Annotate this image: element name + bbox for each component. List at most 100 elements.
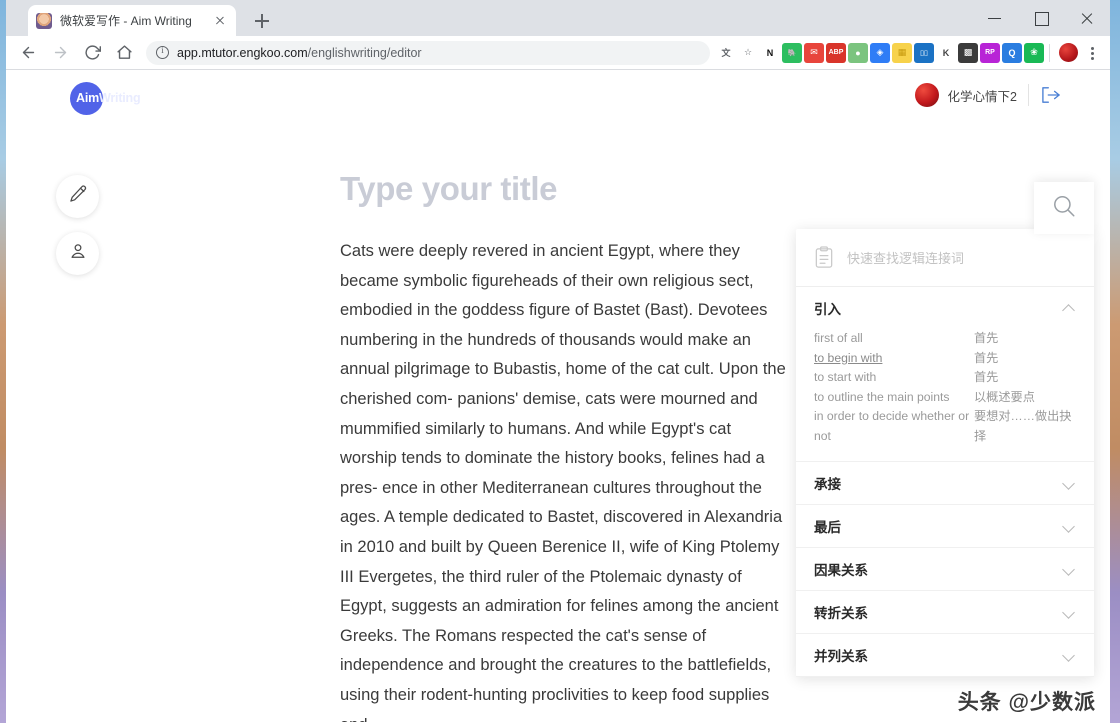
site-info-icon[interactable] <box>156 45 169 59</box>
evernote-icon[interactable]: 🐘 <box>782 42 802 63</box>
new-tab-button[interactable] <box>250 9 274 33</box>
logo-aim: Aim <box>76 91 100 105</box>
phrase-english[interactable]: in order to decide whether or not <box>814 407 974 446</box>
calculator-icon[interactable]: ▦ <box>892 42 912 63</box>
kebab-menu-icon[interactable] <box>1082 42 1102 64</box>
document-title-placeholder[interactable]: Type your title <box>340 170 792 208</box>
clipboard-icon <box>814 246 834 269</box>
phrase-english[interactable]: to outline the main points <box>814 388 974 408</box>
url-path: /englishwriting/editor <box>307 45 422 60</box>
mail-checker-icon[interactable]: ✉ <box>804 42 824 63</box>
toolbar-divider <box>1049 43 1050 62</box>
user-area: 化学心情下2 <box>914 83 1062 107</box>
phrase-row[interactable]: to outline the main points 以概述要点 <box>814 388 1076 408</box>
rp-purple-icon[interactable]: RP <box>980 42 1000 63</box>
phrase-row[interactable]: in order to decide whether or not 要想对……做出… <box>814 407 1076 446</box>
tab-favicon-icon <box>36 12 52 29</box>
tab-title: 微软爱写作 - Aim Writing <box>60 14 192 28</box>
phrase-chinese: 要想对……做出抉择 <box>974 409 1072 443</box>
trello-icon[interactable]: ▯▯ <box>914 42 934 63</box>
app-logo[interactable]: AimWriting <box>70 82 141 115</box>
search-icon <box>1051 193 1077 224</box>
chevron-down-icon[interactable] <box>1063 651 1076 659</box>
logo-text: AimWriting <box>76 91 141 105</box>
qr-code-icon[interactable]: ▩ <box>958 42 978 63</box>
accordion-header-引入[interactable]: 引入 <box>796 287 1094 329</box>
avatar[interactable] <box>914 83 939 107</box>
panel-search-row[interactable]: 快速查找逻辑连接词 <box>796 229 1094 287</box>
panel-search-toggle[interactable] <box>1034 182 1094 234</box>
rail-button-edit[interactable] <box>56 175 99 218</box>
wechat-icon[interactable]: ❀ <box>1024 42 1044 63</box>
phrase-english[interactable]: first of all <box>814 329 974 349</box>
accordion-title: 引入 <box>814 302 841 317</box>
url-text: app.mtutor.engkoo.com/englishwriting/edi… <box>177 46 422 60</box>
phrase-chinese: 以概述要点 <box>974 389 1035 404</box>
phrase-row[interactable]: first of all 首先 <box>814 329 1076 349</box>
close-icon[interactable] <box>1064 0 1110 36</box>
document-body-text[interactable]: Cats were deeply revered in ancient Egyp… <box>340 237 792 722</box>
green-dot-icon[interactable]: ● <box>848 42 868 63</box>
accordion-title: 并列关系 <box>814 648 868 664</box>
search-input[interactable]: 快速查找逻辑连接词 <box>847 248 964 267</box>
reload-icon[interactable] <box>78 39 106 67</box>
person-icon <box>68 241 88 266</box>
accordion-section: 转折关系 <box>796 591 1094 634</box>
accordion-title: 因果关系 <box>814 562 868 578</box>
divider <box>1028 84 1029 106</box>
accordion-list: 引入 first of all 首先 to begin with 首先 to start … <box>796 287 1094 677</box>
browser-window: 微软爱写作 - Aim Writing app.mtutor.engkoo.co… <box>6 0 1110 723</box>
translate-icon[interactable]: 文 <box>716 42 736 63</box>
phrase-chinese: 首先 <box>974 370 999 385</box>
forward-arrow-icon[interactable] <box>46 39 74 67</box>
back-arrow-icon[interactable] <box>14 39 42 67</box>
tab-close-icon[interactable] <box>212 13 228 29</box>
accordion-header-最后[interactable]: 最后 <box>796 505 1094 547</box>
phrase-english[interactable]: to begin with <box>814 349 974 369</box>
phrase-english[interactable]: to start with <box>814 368 974 388</box>
chevron-down-icon[interactable] <box>1063 522 1076 530</box>
kami-icon[interactable]: K <box>936 42 956 63</box>
left-rail <box>56 175 99 275</box>
logo-writing: Writing <box>99 91 141 105</box>
logout-icon[interactable] <box>1040 86 1062 104</box>
extensions-strip: 文 ☆ N 🐘 ✉ ABP ● ◈ ▦ ▯▯ K ▩ RP Q ❀ <box>716 42 1044 63</box>
minimize-icon[interactable] <box>972 0 1018 36</box>
chevron-up-icon[interactable] <box>1063 304 1076 312</box>
url-host: app.mtutor.engkoo.com <box>177 45 308 60</box>
maximize-icon[interactable] <box>1018 0 1064 36</box>
chevron-down-icon[interactable] <box>1063 565 1076 573</box>
document-editor[interactable]: Type your title Cats were deeply revered… <box>340 170 792 722</box>
connectors-panel: 快速查找逻辑连接词 引入 first of all 首先 to begin with 首… <box>796 182 1094 677</box>
pencil-icon <box>68 184 88 209</box>
chevron-down-icon[interactable] <box>1063 608 1076 616</box>
accordion-header-转折关系[interactable]: 转折关系 <box>796 591 1094 633</box>
accordion-header-并列关系[interactable]: 并列关系 <box>796 634 1094 676</box>
watermark: 头条 @少数派 <box>957 691 1096 714</box>
accordion-header-承接[interactable]: 承接 <box>796 462 1094 504</box>
phrase-row[interactable]: to start with 首先 <box>814 368 1076 388</box>
browser-toolbar: app.mtutor.engkoo.com/englishwriting/edi… <box>6 36 1110 70</box>
home-icon[interactable] <box>110 39 138 67</box>
address-bar[interactable]: app.mtutor.engkoo.com/englishwriting/edi… <box>146 40 710 65</box>
phrase-chinese: 首先 <box>974 331 999 345</box>
accordion-section: 承接 <box>796 462 1094 505</box>
rail-button-persona[interactable] <box>56 232 99 275</box>
accordion-title: 最后 <box>814 519 841 535</box>
browser-titlebar: 微软爱写作 - Aim Writing <box>6 0 1110 36</box>
window-controls <box>972 0 1110 36</box>
profile-avatar[interactable] <box>1059 43 1078 62</box>
accordion-header-因果关系[interactable]: 因果关系 <box>796 548 1094 590</box>
accordion-section: 因果关系 <box>796 548 1094 591</box>
bookmark-star-icon[interactable]: ☆ <box>738 42 758 63</box>
user-name: 化学心情下2 <box>947 89 1017 104</box>
accordion-section: 引入 first of all 首先 to begin with 首先 to start … <box>796 287 1094 462</box>
phrase-row[interactable]: to begin with 首先 <box>814 349 1076 369</box>
adblock-plus-icon[interactable]: ABP <box>826 42 846 63</box>
blue-q-icon[interactable]: Q <box>1002 42 1022 63</box>
notion-icon[interactable]: N <box>760 42 780 63</box>
chevron-down-icon[interactable] <box>1063 479 1076 487</box>
web-page: AimWriting 化学心情下2 Type your title Cats w… <box>6 70 1110 722</box>
browser-tab[interactable]: 微软爱写作 - Aim Writing <box>28 5 236 36</box>
diamond-icon[interactable]: ◈ <box>870 42 890 63</box>
